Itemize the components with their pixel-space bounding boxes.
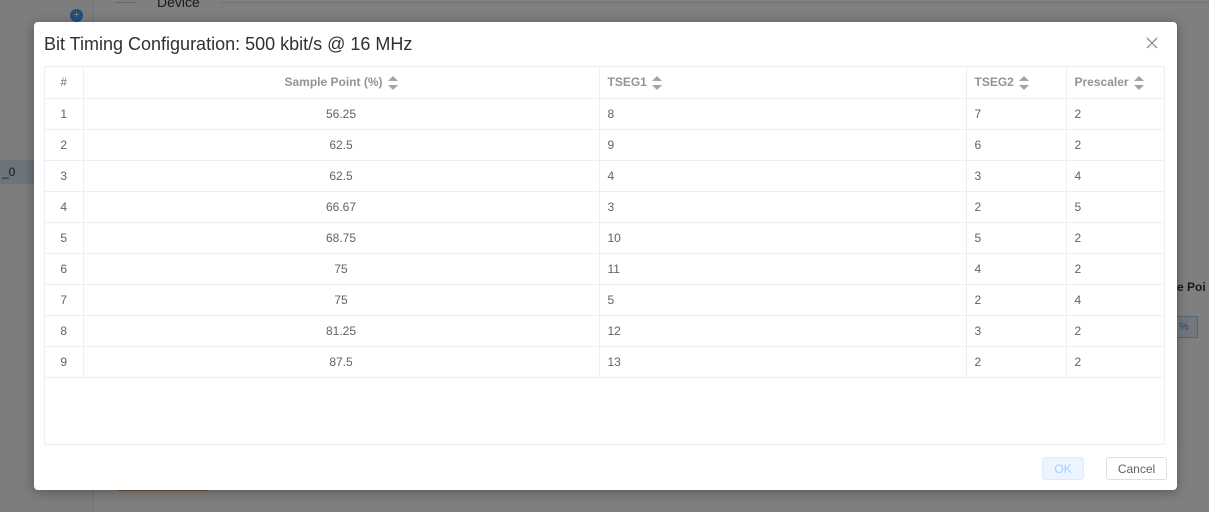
close-button[interactable] (1145, 36, 1159, 50)
cell-tseg1: 13 (599, 346, 967, 378)
table-row[interactable]: 1 56.25 8 7 2 (45, 98, 1164, 130)
cell-sample-point: 62.5 (83, 160, 600, 192)
table-row[interactable]: 7 75 5 2 4 (45, 284, 1164, 316)
table-row[interactable]: 3 62.5 4 3 4 (45, 160, 1164, 192)
column-header-index: # (45, 67, 84, 99)
sort-icon[interactable] (1018, 75, 1029, 90)
cell-prescaler: 2 (1066, 98, 1164, 130)
cell-tseg1: 9 (599, 129, 967, 161)
cell-prescaler: 4 (1066, 160, 1164, 192)
column-header-tseg1[interactable]: TSEG1 (599, 67, 967, 99)
column-header-tseg2[interactable]: TSEG2 (966, 67, 1067, 99)
cell-tseg2: 3 (966, 160, 1067, 192)
column-header-sample-point[interactable]: Sample Point (%) (83, 67, 600, 99)
cell-tseg1: 8 (599, 98, 967, 130)
sort-icon[interactable] (651, 75, 662, 90)
table-row[interactable]: 2 62.5 9 6 2 (45, 129, 1164, 161)
table-body: 1 56.25 8 7 2 2 62.5 9 6 2 3 62.5 4 3 4 4 66.67 3 2 5 5 68.75… (45, 98, 1164, 378)
cell-sample-point: 75 (83, 284, 600, 316)
cell-tseg1: 10 (599, 222, 967, 254)
dialog-title: Bit Timing Configuration: 500 kbit/s @ 1… (44, 34, 413, 54)
cell-index: 4 (45, 191, 84, 223)
cell-prescaler: 2 (1066, 253, 1164, 285)
cell-sample-point: 87.5 (83, 346, 600, 378)
cell-index: 6 (45, 253, 84, 285)
cell-prescaler: 4 (1066, 284, 1164, 316)
bit-timing-dialog: Bit Timing Configuration: 500 kbit/s @ 1… (34, 22, 1177, 490)
cell-prescaler: 2 (1066, 315, 1164, 347)
cell-tseg1: 11 (599, 253, 967, 285)
cell-tseg2: 2 (966, 191, 1067, 223)
cell-index: 3 (45, 160, 84, 192)
table-row[interactable]: 4 66.67 3 2 5 (45, 191, 1164, 223)
cell-tseg1: 3 (599, 191, 967, 223)
cell-tseg2: 2 (966, 346, 1067, 378)
table-row[interactable]: 8 81.25 12 3 2 (45, 315, 1164, 347)
bit-timing-table: # Sample Point (%) TSEG1 TSEG2 Prescaler… (44, 66, 1165, 445)
cell-sample-point: 56.25 (83, 98, 600, 130)
cell-prescaler: 2 (1066, 129, 1164, 161)
cancel-button[interactable]: Cancel (1106, 457, 1167, 480)
cell-tseg2: 7 (966, 98, 1067, 130)
cell-index: 8 (45, 315, 84, 347)
cell-sample-point: 62.5 (83, 129, 600, 161)
cell-sample-point: 81.25 (83, 315, 600, 347)
cell-sample-point: 68.75 (83, 222, 600, 254)
cell-index: 2 (45, 129, 84, 161)
cell-tseg2: 3 (966, 315, 1067, 347)
sort-icon[interactable] (387, 75, 398, 90)
table-row[interactable]: 5 68.75 10 5 2 (45, 222, 1164, 254)
table-header-row: # Sample Point (%) TSEG1 TSEG2 Prescaler (45, 67, 1164, 99)
close-icon (1146, 37, 1158, 49)
cell-tseg1: 12 (599, 315, 967, 347)
cell-prescaler: 5 (1066, 191, 1164, 223)
column-header-prescaler[interactable]: Prescaler (1066, 67, 1164, 99)
cell-tseg1: 4 (599, 160, 967, 192)
cell-prescaler: 2 (1066, 222, 1164, 254)
cell-tseg2: 4 (966, 253, 1067, 285)
cell-index: 7 (45, 284, 84, 316)
table-row[interactable]: 9 87.5 13 2 2 (45, 346, 1164, 378)
cell-prescaler: 2 (1066, 346, 1164, 378)
cell-index: 1 (45, 98, 84, 130)
cell-sample-point: 66.67 (83, 191, 600, 223)
cell-tseg2: 5 (966, 222, 1067, 254)
ok-button[interactable]: OK (1042, 457, 1084, 480)
cell-sample-point: 75 (83, 253, 600, 285)
cell-index: 9 (45, 346, 84, 378)
sort-icon[interactable] (1133, 75, 1144, 90)
cell-tseg2: 2 (966, 284, 1067, 316)
cell-tseg1: 5 (599, 284, 967, 316)
cell-tseg2: 6 (966, 129, 1067, 161)
table-row[interactable]: 6 75 11 4 2 (45, 253, 1164, 285)
cell-index: 5 (45, 222, 84, 254)
